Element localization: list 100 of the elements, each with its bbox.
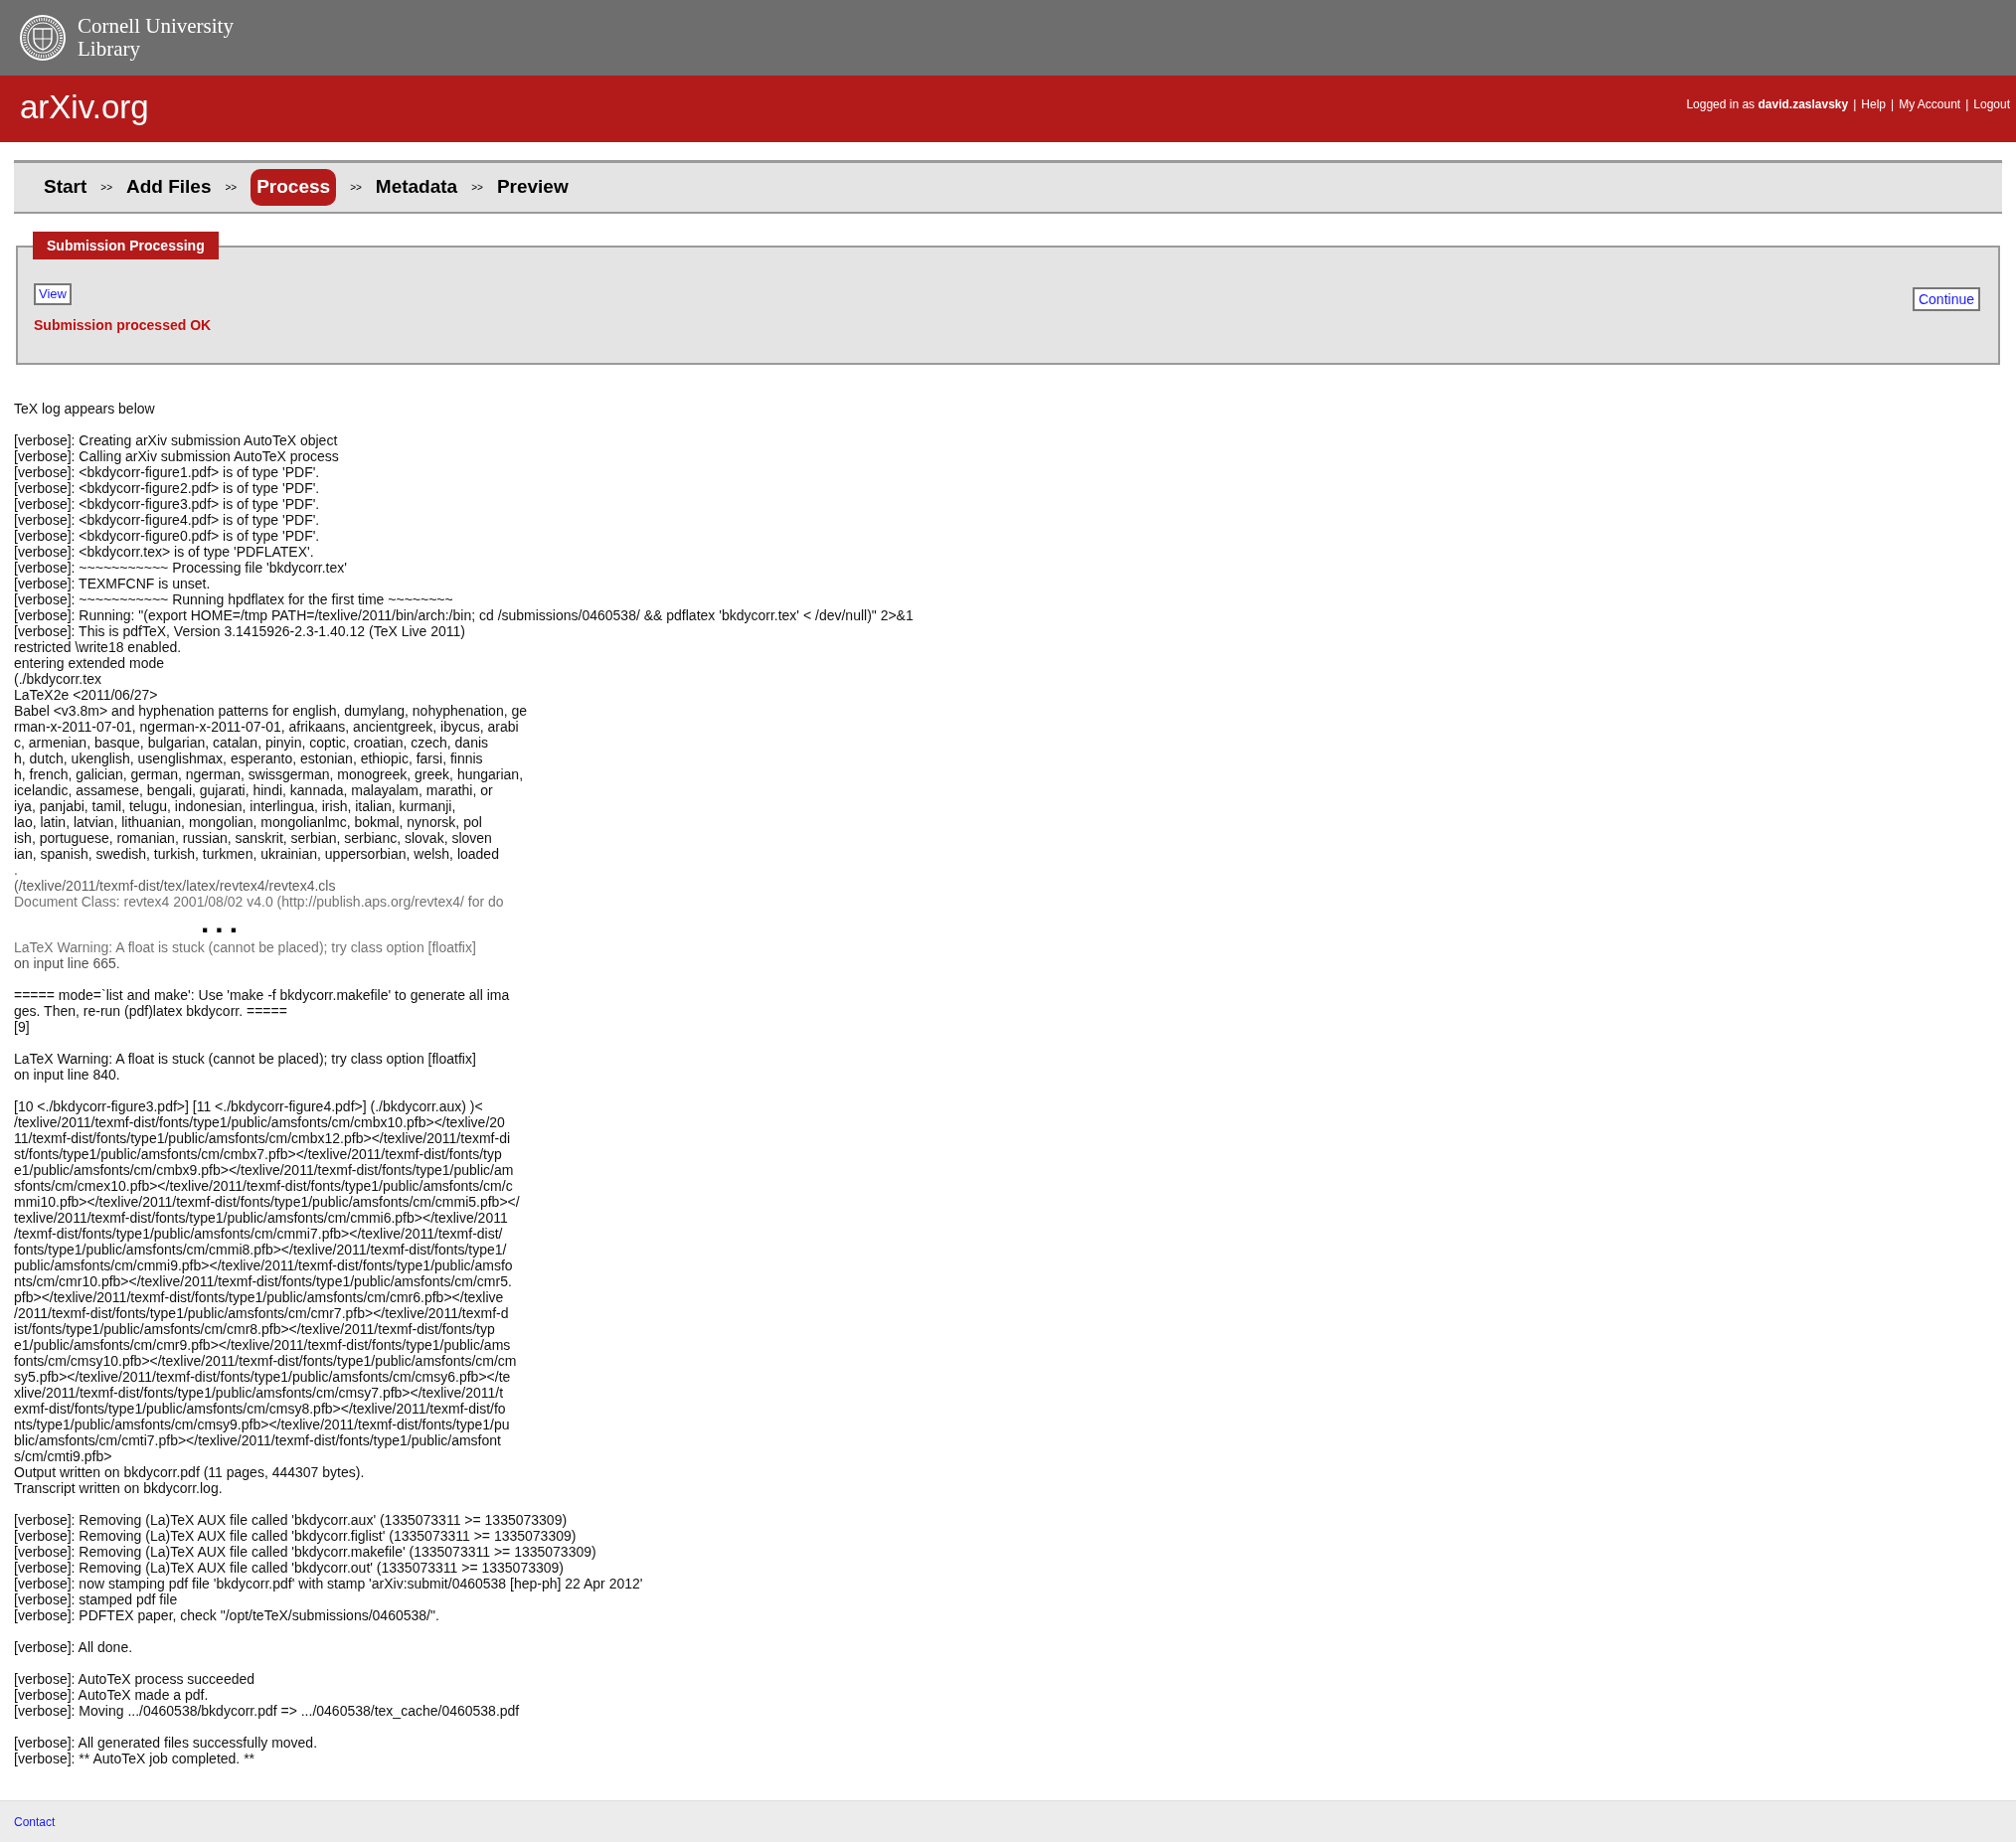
step-tab[interactable]: Start (44, 169, 87, 206)
log-line: Document Class: revtex4 2001/08/02 v4.0 (http://publish.aps.org/revtex4/ for do (14, 894, 504, 910)
status-message: Submission processed OK (34, 316, 212, 335)
header-link[interactable]: Help (1861, 94, 1886, 113)
log-line: [verbose]: Running: "(export HOME=/tmp PATH=/texlive/2011/bin/arch:/bin; cd /submissions/0460538/ && pdflatex 'bkdycorr.tex' < /dev/null)" 2>&1 (14, 607, 914, 623)
log-line: [verbose]: Moving .../0460538/bkdycorr.pdf => .../0460538/tex_cache/0460538.pdf (14, 1703, 520, 1719)
log-line: [verbose]: <bkdycorr-figure0.pdf> is of type 'PDF'. (14, 528, 320, 544)
log-line: [verbose]: Removing (La)TeX AUX file called 'bkdycorr.figlist' (1335073311 >= 1335073309) (14, 1528, 577, 1544)
log-line: pfb></texlive/2011/texmf-dist/fonts/type1/public/amsfonts/cm/cmr6.pfb></texlive (14, 1289, 504, 1305)
log-line: nts/type1/public/amsfonts/cm/cmsy9.pfb></texlive/2011/texmf-dist/fonts/type1/pu (14, 1417, 510, 1432)
log-line: sy5.pfb></texlive/2011/texmf-dist/fonts/type1/public/amsfonts/cm/cmsy6.pfb></te (14, 1369, 511, 1385)
contact-link[interactable]: Contact (14, 1812, 56, 1831)
log-line: [9] (14, 1019, 30, 1035)
log-line: [verbose]: Creating arXiv submission AutoTeX object (14, 432, 338, 448)
login-status: Logged in as david.zaslavsky (1686, 95, 1849, 113)
log-line: Output written on bkdycorr.pdf (11 pages, 444307 bytes). (14, 1464, 365, 1480)
log-line: [verbose]: ~~~~~~~~~~~ Running hpdflatex for the first time ~~~~~~~~ (14, 591, 453, 607)
separator: | (1965, 95, 1969, 113)
log-line: fonts/cm/cmsy10.pfb></texlive/2011/texmf-dist/fonts/type1/public/amsfonts/cm/cm (14, 1353, 517, 1369)
log-line: h, french, galician, german, ngerman, swissgerman, monogreek, greek, hungarian, (14, 766, 524, 782)
step-separator: >> (99, 181, 113, 195)
log-line: /texmf-dist/fonts/type1/public/amsfonts/cm/cmmi7.pfb></texlive/2011/texmf-dist/ (14, 1226, 503, 1242)
step-tab[interactable]: Add Files (126, 169, 212, 206)
log-line: st/fonts/type1/public/amsfonts/cm/cmbx7.pfb></texlive/2011/texmf-dist/fonts/typ (14, 1146, 502, 1162)
log-line: [verbose]: All done. (14, 1639, 133, 1655)
log-line: fonts/type1/public/amsfonts/cm/cmmi8.pfb></texlive/2011/texmf-dist/fonts/type1/ (14, 1242, 507, 1257)
log-line: Transcript written on bkdycorr.log. (14, 1480, 223, 1496)
separator: | (1853, 95, 1857, 113)
log-line: [verbose]: Calling arXiv submission AutoTeX process (14, 448, 339, 464)
log-line: LaTeX2e <2011/06/27> (14, 687, 158, 703)
log-line: [verbose]: <bkdycorr-figure1.pdf> is of type 'PDF'. (14, 464, 320, 480)
step-tab[interactable]: Preview (496, 169, 569, 206)
log-line: [verbose]: ** AutoTeX job completed. ** (14, 1751, 255, 1766)
log-line: [10 <./bkdycorr-figure3.pdf>] [11 <./bkdycorr-figure4.pdf>] (./bkdycorr.aux) )< (14, 1098, 483, 1114)
log-line: ges. Then, re-run (pdf)latex bkdycorr. ===== (14, 1003, 287, 1019)
log-line: ish, portuguese, romanian, russian, sanskrit, serbian, serbianc, slovak, sloven (14, 830, 492, 846)
continue-button[interactable]: Continue (1912, 287, 1980, 311)
log-line: nts/cm/cmr10.pfb></texlive/2011/texmf-dist/fonts/type1/public/amsfonts/cm/cmr5. (14, 1273, 512, 1289)
log-line: [verbose]: All generated files successfully moved. (14, 1735, 318, 1751)
header-link[interactable]: My Account (1899, 94, 1961, 113)
log-line: [verbose]: ~~~~~~~~~~~ Processing file 'bkdycorr.tex' (14, 560, 347, 576)
log-line: [verbose]: <bkdycorr-figure2.pdf> is of type 'PDF'. (14, 480, 320, 496)
log-line: blic/amsfonts/cm/cmti7.pfb></texlive/2011/texmf-dist/fonts/type1/public/amsfont (14, 1432, 501, 1448)
log-line: e1/public/amsfonts/cm/cmbx9.pfb></texlive/2011/texmf-dist/fonts/type1/public/am (14, 1162, 514, 1178)
log-line: 11/texmf-dist/fonts/type1/public/amsfonts/cm/cmbx12.pfb></texlive/2011/texmf-di (14, 1130, 511, 1146)
log-line: [verbose]: PDFTEX paper, check "/opt/teTeX/submissions/0460538/". (14, 1607, 439, 1623)
log-line: exmf-dist/fonts/type1/public/amsfonts/cm/cmsy8.pfb></texlive/2011/texmf-dist/fo (14, 1401, 506, 1417)
log-line: (/texlive/2011/texmf-dist/tex/latex/revtex4/revtex4.cls (14, 878, 336, 894)
log-line: lao, latin, latvian, lithuanian, mongolian, mongolianlmc, bokmal, nynorsk, pol (14, 814, 482, 830)
university-seal-icon (20, 15, 66, 61)
log-line: iya, panjabi, tamil, telugu, indonesian, interlingua, irish, italian, kurmanji, (14, 798, 456, 814)
header-link[interactable]: Logout (1973, 94, 2010, 113)
panel-legend: Submission Processing (33, 232, 219, 259)
log-line: entering extended mode (14, 655, 164, 671)
log-line: texlive/2011/texmf-dist/fonts/type1/public/amsfonts/cm/cmmi6.pfb></texlive/2011 (14, 1210, 508, 1226)
ellipsis: ... (201, 910, 244, 935)
log-line: [verbose]: Removing (La)TeX AUX file called 'bkdycorr.makefile' (1335073311 >= 1335073309) (14, 1544, 596, 1560)
log-line: public/amsfonts/cm/cmmi9.pfb></texlive/2011/texmf-dist/fonts/type1/public/amsfo (14, 1257, 513, 1273)
log-line: /2011/texmf-dist/fonts/type1/public/amsfonts/cm/cmr7.pfb></texlive/2011/texmf-d (14, 1305, 509, 1321)
institution-name: Cornell University (78, 15, 234, 38)
log-line: on input line 840. (14, 1067, 120, 1083)
log-line: [verbose]: AutoTeX made a pdf. (14, 1687, 209, 1703)
log-line: (./bkdycorr.tex (14, 671, 101, 687)
log-line: sfonts/cm/cmex10.pfb></texlive/2011/texmf-dist/fonts/type1/public/amsfonts/cm/c (14, 1178, 513, 1194)
log-line: [verbose]: <bkdycorr-figure4.pdf> is of type 'PDF'. (14, 512, 320, 528)
step-separator: >> (349, 181, 363, 195)
log-line: icelandic, assamese, bengali, gujarati, hindi, kannada, malayalam, marathi, or (14, 782, 493, 798)
log-line: e1/public/amsfonts/cm/cmr9.pfb></texlive/2011/texmf-dist/fonts/type1/public/ams (14, 1337, 511, 1353)
step-separator: >> (470, 181, 484, 195)
log-line: ian, spanish, swedish, turkish, turkmen, ukrainian, uppersorbian, welsh, loaded (14, 846, 499, 862)
log-line: [verbose]: stamped pdf file (14, 1591, 178, 1607)
log-line: [verbose]: <bkdycorr.tex> is of type 'PDFLATEX'. (14, 544, 314, 560)
separator: | (1891, 95, 1895, 113)
log-line: LaTeX Warning: A float is stuck (cannot be placed); try class option [floatfix] (14, 939, 476, 955)
log-line: TeX log appears below (14, 401, 155, 417)
log-line: [verbose]: now stamping pdf file 'bkdycorr.pdf' with stamp 'arXiv:submit/0460538 [hep-ph] 22 Apr 2012' (14, 1576, 643, 1591)
log-line: [verbose]: Removing (La)TeX AUX file called 'bkdycorr.out' (1335073311 >= 1335073309) (14, 1560, 564, 1576)
log-line: h, dutch, ukenglish, usenglishmax, esperanto, estonian, ethiopic, farsi, finnis (14, 751, 483, 766)
view-button[interactable]: View (34, 283, 72, 305)
step-separator: >> (224, 181, 239, 195)
log-line: LaTeX Warning: A float is stuck (cannot be placed); try class option [floatfix] (14, 1051, 476, 1067)
log-line: s/cm/cmti9.pfb> (14, 1448, 112, 1464)
log-line: Babel <v3.8m> and hyphenation patterns for english, dumylang, nohyphenation, ge (14, 703, 528, 719)
log-line: c, armenian, basque, bulgarian, catalan, pinyin, coptic, croatian, czech, danis (14, 735, 489, 751)
step-tab[interactable]: Metadata (375, 169, 458, 206)
log-line: restricted \write18 enabled. (14, 639, 182, 655)
log-line: /texlive/2011/texmf-dist/fonts/type1/public/amsfonts/cm/cmbx10.pfb></texlive/20 (14, 1114, 505, 1130)
site-title[interactable]: arXiv.org (20, 82, 149, 136)
log-line: [verbose]: This is pdfTeX, Version 3.1415926-2.3-1.40.12 (TeX Live 2011) (14, 623, 465, 639)
log-line: ist/fonts/type1/public/amsfonts/cm/cmr8.pfb></texlive/2011/texmf-dist/fonts/typ (14, 1321, 495, 1337)
log-line: [verbose]: AutoTeX process succeeded (14, 1671, 255, 1687)
log-line: [verbose]: <bkdycorr-figure3.pdf> is of type 'PDF'. (14, 496, 320, 512)
log-line: [verbose]: TEXMFCNF is unset. (14, 576, 211, 591)
log-line: ===== mode=`list and make': Use 'make -f bkdycorr.makefile' to generate all ima (14, 987, 510, 1003)
institution-name: Library (78, 38, 141, 61)
log-line: xlive/2011/texmf-dist/fonts/type1/public/amsfonts/cm/cmsy7.pfb></texlive/2011/t (14, 1385, 504, 1401)
log-line: rman-x-2011-07-01, ngerman-x-2011-07-01, afrikaans, ancientgreek, ibycus, arabi (14, 719, 519, 735)
step-tab[interactable]: Process (251, 169, 337, 206)
log-line: mmi10.pfb></texlive/2011/texmf-dist/fonts/type1/public/amsfonts/cm/cmmi5.pfb></ (14, 1194, 520, 1210)
log-line: on input line 665. (14, 955, 120, 971)
